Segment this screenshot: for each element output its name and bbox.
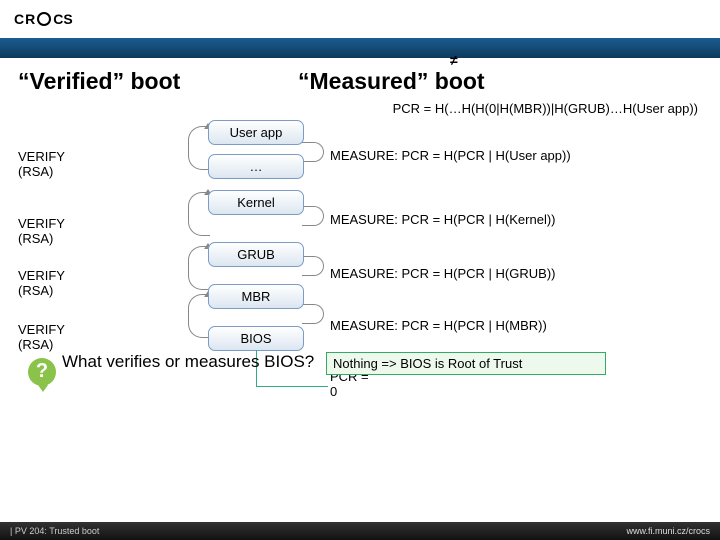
accent-bar [0, 38, 720, 58]
stack-user-app: User app [208, 120, 304, 145]
measure-label: MEASURE: PCR = H(PCR | H(MBR)) [330, 318, 547, 333]
root-of-trust-box: Nothing => BIOS is Root of Trust [326, 352, 606, 375]
measure-label: MEASURE: PCR = H(PCR | H(GRUB)) [330, 266, 555, 281]
measure-arc [302, 304, 324, 324]
footer-left: | PV 204: Trusted boot [10, 526, 99, 536]
verify-arc [188, 294, 210, 338]
logo-letter: C [14, 11, 24, 27]
stack-mbr: MBR [208, 284, 304, 309]
measure-arc [302, 206, 324, 226]
title-measured: “Measured” boot [298, 68, 485, 95]
stack-grub: GRUB [208, 242, 304, 267]
footer: | PV 204: Trusted boot www.fi.muni.cz/cr… [0, 522, 720, 540]
pcr-formula: PCR = H(…H(H(0|H(MBR))|H(GRUB)…H(User ap… [18, 101, 698, 116]
content: “Verified” boot “Measured” boot PCR = H(… [0, 58, 720, 468]
verify-label: VERIFY (RSA) [18, 149, 65, 179]
measure-arc [302, 142, 324, 162]
footer-right: www.fi.muni.cz/crocs [626, 526, 710, 536]
verify-arc [188, 126, 210, 170]
measure-label: MEASURE: PCR = H(PCR | H(Kernel)) [330, 212, 556, 227]
titles-row: “Verified” boot “Measured” boot [18, 68, 702, 95]
verify-arc [188, 192, 210, 236]
measure-label: MEASURE: PCR = H(PCR | H(User app)) [330, 148, 571, 163]
stack-bios: BIOS [208, 326, 304, 351]
verify-arc [188, 246, 210, 290]
stack-ellipsis: … [208, 154, 304, 179]
verify-label: VERIFY (RSA) [18, 216, 65, 246]
stack-kernel: Kernel [208, 190, 304, 215]
not-equal-symbol: ≠ [450, 52, 458, 68]
gear-icon [37, 12, 51, 26]
connector-line [256, 386, 328, 387]
header: C R CS [0, 0, 720, 38]
verify-label: VERIFY (RSA) [18, 322, 65, 352]
question-text: What verifies or measures BIOS? [62, 352, 314, 372]
measure-arc [302, 256, 324, 276]
verify-label: VERIFY (RSA) [18, 268, 65, 298]
title-verified: “Verified” boot [18, 68, 298, 95]
logo-letter: CS [53, 11, 72, 27]
question-icon: ? [28, 358, 56, 386]
logo: C R CS [14, 11, 73, 27]
boot-diagram: VERIFY (RSA) VERIFY (RSA) VERIFY (RSA) V… [18, 118, 702, 468]
logo-letter: R [25, 11, 35, 27]
